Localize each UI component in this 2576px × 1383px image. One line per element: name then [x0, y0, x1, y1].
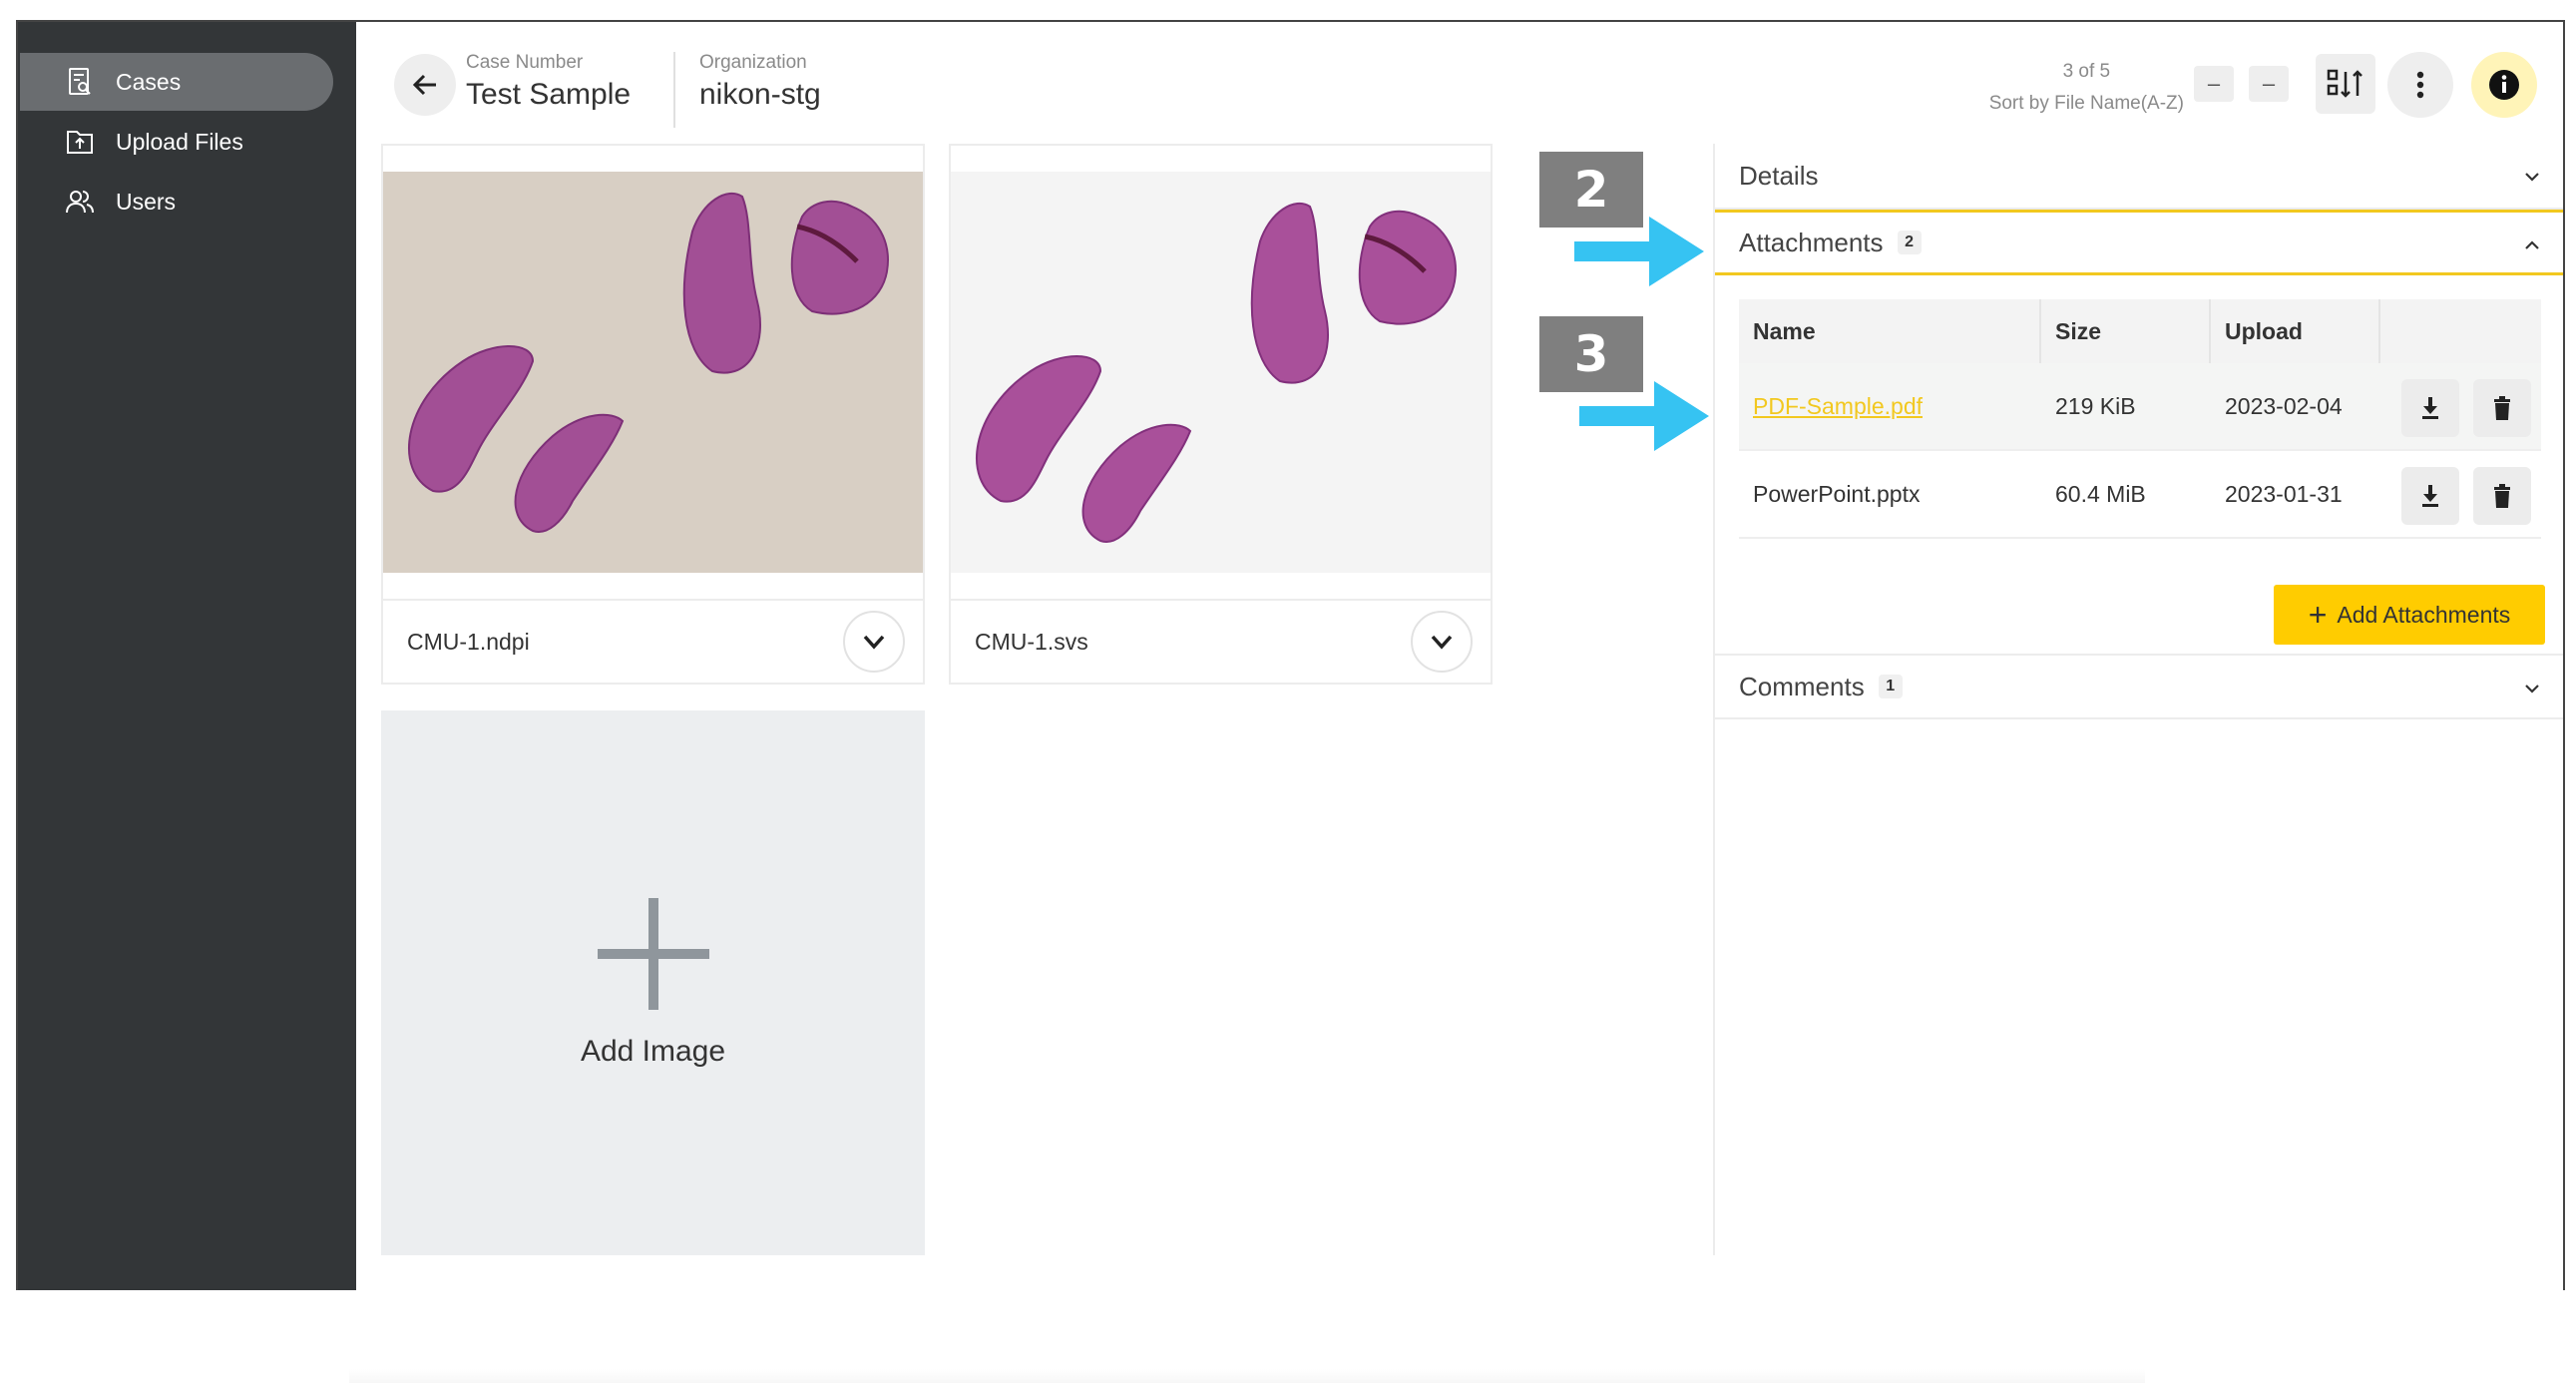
- card-footer: CMU-1.ndpi: [383, 599, 923, 683]
- download-button[interactable]: [2401, 379, 2459, 437]
- pager-count: 3 of 5: [2062, 61, 2111, 82]
- organization-value: nikon-stg: [699, 78, 821, 111]
- arrow-left-icon: [412, 74, 436, 96]
- delete-button[interactable]: [2473, 467, 2531, 525]
- column-header-upload[interactable]: Upload: [2211, 299, 2380, 363]
- more-vertical-icon: [2416, 71, 2424, 99]
- add-attachments-button[interactable]: + Add Attachments: [2274, 585, 2545, 645]
- plus-icon: +: [2308, 597, 2328, 633]
- sidebar-item-label: Users: [116, 188, 177, 215]
- attachments-section-header[interactable]: Attachments 2: [1715, 210, 2563, 275]
- sidebar-item-upload-files[interactable]: Upload Files: [20, 113, 333, 171]
- chevron-down-icon: [2519, 676, 2545, 701]
- page-shadow: [349, 1369, 2145, 1383]
- trash-icon: [2494, 396, 2510, 420]
- chevron-down-icon: [863, 635, 885, 650]
- attachment-upload-date: 2023-01-31: [2225, 480, 2343, 507]
- add-image-label: Add Image: [580, 1034, 726, 1068]
- info-icon: [2489, 70, 2519, 100]
- comments-count-badge: 1: [1878, 675, 1903, 698]
- download-icon: [2422, 485, 2438, 507]
- chevron-down-icon: [2519, 164, 2545, 190]
- more-options-button[interactable]: [2387, 52, 2453, 118]
- download-icon: [2422, 397, 2438, 419]
- details-panel: Details Attachments 2 Name Size Upload P…: [1713, 144, 2563, 1255]
- organization: Organization nikon-stg: [673, 52, 821, 128]
- sidebar-item-cases[interactable]: Cases: [20, 53, 333, 111]
- table-row: PowerPoint.pptx 60.4 MiB 2023-01-31: [1739, 451, 2541, 539]
- image-card[interactable]: CMU-1.ndpi: [381, 144, 925, 685]
- sort-label: Sort by File Name(A-Z): [1988, 93, 2184, 114]
- case-number: Case Number Test Sample: [466, 52, 631, 112]
- comments-section-header[interactable]: Comments 1: [1715, 654, 2563, 719]
- card-footer: CMU-1.svs: [951, 599, 1491, 683]
- column-header-actions: [2380, 299, 2541, 363]
- add-attachments-label: Add Attachments: [2337, 601, 2511, 628]
- sort-icon: [2327, 69, 2362, 98]
- sidebar: Cases Upload Files Users: [18, 22, 356, 1290]
- minus-button-2[interactable]: –: [2249, 66, 2289, 102]
- cases-icon: [64, 66, 96, 98]
- info-button[interactable]: [2471, 52, 2537, 118]
- case-number-value: Test Sample: [466, 78, 632, 111]
- sidebar-item-label: Cases: [116, 68, 182, 95]
- case-number-label: Case Number: [466, 52, 584, 73]
- users-icon: [64, 186, 96, 218]
- delete-button[interactable]: [2473, 379, 2531, 437]
- details-section-header[interactable]: Details: [1715, 144, 2563, 210]
- attachment-upload-date: 2023-02-04: [2225, 392, 2343, 419]
- sort-button[interactable]: [2316, 54, 2375, 114]
- chevron-down-icon: [1431, 635, 1453, 650]
- attachment-size: 60.4 MiB: [2055, 480, 2146, 507]
- table-header: Name Size Upload: [1739, 299, 2541, 363]
- expand-button[interactable]: [1411, 611, 1473, 673]
- sidebar-item-label: Upload Files: [116, 128, 243, 155]
- minus-button-1[interactable]: –: [2194, 66, 2234, 102]
- download-button[interactable]: [2401, 467, 2459, 525]
- attachments-label: Attachments: [1739, 227, 1884, 257]
- attachments-table: Name Size Upload PDF-Sample.pdf 219 KiB …: [1739, 299, 2541, 539]
- table-row: PDF-Sample.pdf 219 KiB 2023-02-04: [1739, 363, 2541, 451]
- upload-icon: [64, 126, 96, 158]
- attachment-size: 219 KiB: [2055, 392, 2136, 419]
- app-window: Cases Upload Files Users Case Number Tes…: [16, 20, 2565, 1290]
- comments-label: Comments: [1739, 671, 1865, 701]
- slide-thumbnail[interactable]: [383, 172, 923, 573]
- image-card[interactable]: CMU-1.svs: [949, 144, 1493, 685]
- slide-thumbnail[interactable]: [951, 172, 1491, 573]
- expand-button[interactable]: [843, 611, 905, 673]
- attachments-count-badge: 2: [1897, 230, 1922, 254]
- back-button[interactable]: [394, 54, 456, 116]
- chevron-up-icon: [2519, 232, 2545, 258]
- column-header-size[interactable]: Size: [2041, 299, 2211, 363]
- column-header-name[interactable]: Name: [1739, 299, 2041, 363]
- arrow-right-icon: [1579, 381, 1709, 451]
- details-label: Details: [1739, 160, 1819, 191]
- case-header: Case Number Test Sample Organization nik…: [356, 22, 2563, 142]
- plus-icon: [597, 897, 709, 1015]
- sidebar-item-users[interactable]: Users: [20, 173, 333, 230]
- attachment-link[interactable]: PDF-Sample.pdf: [1753, 393, 1923, 420]
- pager-info: 3 of 5 Sort by File Name(A-Z): [1989, 56, 2184, 120]
- organization-label: Organization: [699, 52, 807, 73]
- attachment-name[interactable]: PowerPoint.pptx: [1739, 451, 2041, 537]
- image-file-name: CMU-1.ndpi: [407, 629, 530, 655]
- trash-icon: [2494, 484, 2510, 508]
- add-image-button[interactable]: Add Image: [381, 710, 925, 1255]
- image-file-name: CMU-1.svs: [975, 629, 1088, 655]
- arrow-right-icon: [1574, 217, 1704, 286]
